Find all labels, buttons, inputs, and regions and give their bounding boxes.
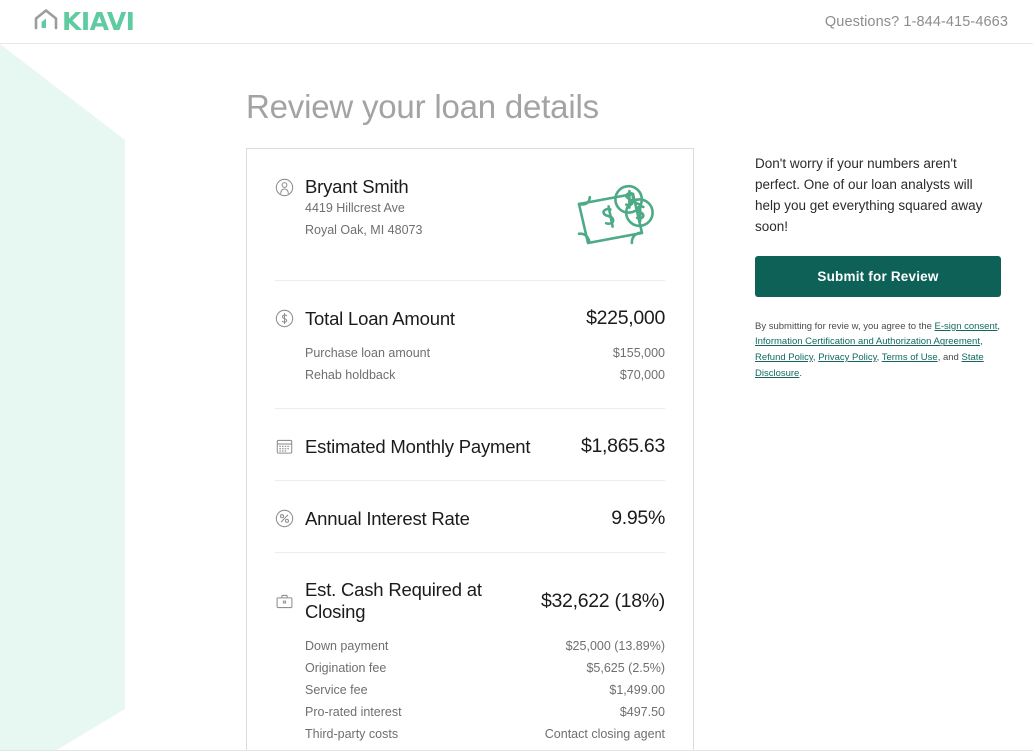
row-label: Rehab holdback xyxy=(305,368,396,382)
support-phone[interactable]: Questions? 1-844-415-4663 xyxy=(825,14,1008,30)
section-title: Estimated Monthly Payment xyxy=(305,435,531,457)
list-item: Third-party costs Contact closing agent xyxy=(275,723,665,745)
row-label: Service fee xyxy=(305,683,368,697)
person-circle-icon xyxy=(275,178,305,197)
page-title: Review your loan details xyxy=(246,88,599,125)
row-label: Pro-rated interest xyxy=(305,705,402,719)
briefcase-icon xyxy=(275,592,305,611)
legal-sep: , xyxy=(979,336,983,348)
section-total-loan-amount: Total Loan Amount $225,000 Purchase loan… xyxy=(275,281,665,409)
link-e-sign-consent[interactable]: E-sign consent xyxy=(935,321,998,332)
legal-sep: , xyxy=(997,320,1001,332)
legal-sep: , and xyxy=(937,352,962,364)
submit-for-review-button[interactable]: Submit for Review xyxy=(755,255,1001,297)
site-header: KIAVI Questions? 1-844-415-4663 xyxy=(0,0,1033,44)
page-content: Review your loan details Bryant Smith 44… xyxy=(0,44,1033,756)
percent-circle-icon xyxy=(275,509,305,528)
row-value: $25,000 (13.89%) xyxy=(565,639,665,653)
borrower-name-row: Bryant Smith xyxy=(275,176,573,198)
list-item: Service fee $1,499.00 xyxy=(275,679,665,701)
link-refund-policy[interactable]: Refund Policy xyxy=(755,352,813,363)
section-value: $32,622 (18%) xyxy=(540,589,665,612)
section-header: Total Loan Amount $225,000 xyxy=(275,307,665,330)
section-title: Annual Interest Rate xyxy=(305,507,470,529)
calendar-icon xyxy=(275,437,305,456)
borrower-name: Bryant Smith xyxy=(305,176,409,197)
section-annual-interest-rate: Annual Interest Rate 9.95% xyxy=(275,481,665,553)
row-value: Contact closing agent xyxy=(544,727,665,741)
content-row: Bryant Smith 4419 Hillcrest Ave Royal Oa… xyxy=(246,148,1033,756)
borrower-address-line-1: 4419 Hillcrest Ave xyxy=(305,201,405,215)
link-privacy-policy[interactable]: Privacy Policy xyxy=(818,352,876,363)
row-label: Origination fee xyxy=(305,661,387,675)
section-est-cash-required-at-closing: Est. Cash Required at Closing $32,622 (1… xyxy=(275,553,665,756)
list-item: Pro-rated interest $497.50 xyxy=(275,701,665,723)
brand-name: KIAVI xyxy=(62,7,135,36)
legal-intro: By submitting for revie w, you agree to … xyxy=(755,320,935,332)
link-terms-of-use[interactable]: Terms of Use xyxy=(882,352,938,363)
side-column: Don't worry if your numbers aren't perfe… xyxy=(755,148,1001,381)
row-value: $1,499.00 xyxy=(609,683,665,697)
section-value: $1,865.63 xyxy=(580,435,665,457)
list-item: Origination fee $5,625 (2.5%) xyxy=(275,657,665,679)
row-value: $155,000 xyxy=(612,346,665,360)
section-value: 9.95% xyxy=(611,507,665,529)
row-value: $70,000 xyxy=(619,368,665,382)
legal-disclaimer: By submitting for revie w, you agree to … xyxy=(755,319,1001,382)
row-value: $497.50 xyxy=(619,705,665,719)
borrower-address-line-2: Royal Oak, MI 48073 xyxy=(305,222,423,237)
section-estimated-monthly-payment: Estimated Monthly Payment $1,865.63 xyxy=(275,409,665,481)
list-item: Down payment $25,000 (13.89%) xyxy=(275,635,665,657)
section-header: Est. Cash Required at Closing $32,622 (1… xyxy=(275,579,665,623)
list-item: Purchase loan amount $155,000 xyxy=(275,342,665,364)
link-information-certification-agreement[interactable]: Information Certification and Authorizat… xyxy=(755,336,980,347)
borrower-details: Bryant Smith 4419 Hillcrest Ave Royal Oa… xyxy=(275,176,573,242)
section-value: $225,000 xyxy=(586,307,665,329)
borrower-section: Bryant Smith 4419 Hillcrest Ave Royal Oa… xyxy=(275,149,665,281)
row-value: $5,625 (2.5%) xyxy=(586,661,665,675)
legal-end: . xyxy=(799,367,802,379)
section-title: Total Loan Amount xyxy=(305,307,455,329)
money-bills-coins-icon xyxy=(573,180,655,257)
section-header: Annual Interest Rate 9.95% xyxy=(275,507,665,530)
row-label: Purchase loan amount xyxy=(305,346,431,360)
row-label: Down payment xyxy=(305,639,389,653)
loan-summary-card: Bryant Smith 4419 Hillcrest Ave Royal Oa… xyxy=(246,148,694,756)
reassurance-text: Don't worry if your numbers aren't perfe… xyxy=(755,156,983,234)
dollar-circle-icon xyxy=(275,309,305,328)
section-sub-rows: Purchase loan amount $155,000 Rehab hold… xyxy=(275,342,665,386)
row-label: Third-party costs xyxy=(305,727,399,741)
section-header: Estimated Monthly Payment $1,865.63 xyxy=(275,435,665,458)
brand-logo[interactable]: KIAVI xyxy=(33,7,135,36)
house-icon xyxy=(33,8,59,35)
section-title: Est. Cash Required at Closing xyxy=(305,579,482,622)
section-sub-rows: Down payment $25,000 (13.89%) Originatio… xyxy=(275,635,665,745)
site-footer xyxy=(0,750,1033,756)
list-item: Rehab holdback $70,000 xyxy=(275,364,665,386)
